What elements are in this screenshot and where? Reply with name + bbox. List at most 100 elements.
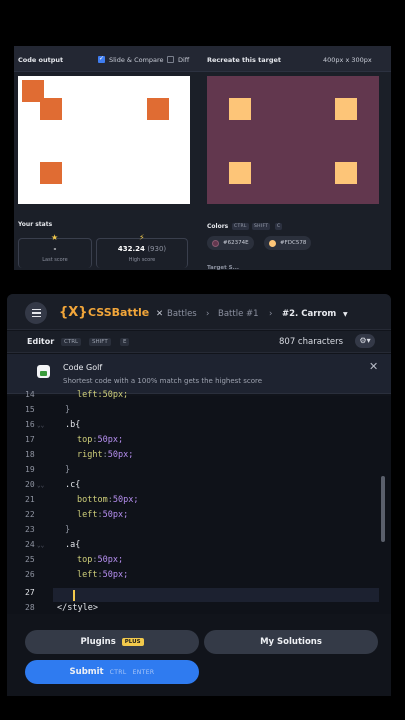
preview-toolbar: Code output Slide & Compare Diff Recreat… [14,46,391,72]
target-size: 400px x 300px [323,56,372,64]
code-line: </style> [57,603,98,613]
menu-button[interactable] [25,302,47,324]
line-number: 18 [25,450,35,459]
fold-chevron-icon[interactable]: ⌄⌄ [37,422,44,429]
color-swatch-2[interactable]: #FDC578 [264,236,312,250]
menu-icon-bar [31,308,41,311]
code-line: } [65,405,71,415]
my-solutions-label: My Solutions [260,637,322,647]
output-square-c [40,162,62,184]
code-line: left:50px; [77,570,129,580]
lightning-icon: ⚡ [139,233,145,242]
last-score-card: ★ - Last score [18,233,92,268]
slide-compare-label[interactable]: Slide & Compare [109,56,164,64]
crumb-current-target[interactable]: #2. Carrom [282,309,336,319]
settings-gear-icon[interactable]: ⚙▾ [355,334,375,348]
color-hex-1: #62374E [223,240,249,246]
fold-chevron-icon[interactable]: ⌄⌄ [37,482,44,489]
code-golf-notice: Code Golf Shortest code with a 100% matc… [7,354,391,394]
menu-icon-bar [31,312,41,314]
last-score-label: Last score [42,257,68,263]
plugins-label: Plugins [80,637,116,647]
code-line: right:50px; [77,450,134,460]
target-square-tl [229,98,251,120]
crumb-separator: › [206,309,210,319]
output-square-a [40,98,62,120]
crumb-separator: › [269,309,273,319]
submit-kbd-ctrl: CTRL [109,668,127,676]
color-hex-2: #FDC578 [280,240,307,246]
editor-scrollbar[interactable] [381,476,385,542]
line-number: 25 [25,555,35,564]
target-square-br [335,162,357,184]
submit-kbd-enter: ENTER [132,668,155,676]
logo-text[interactable]: CSSBattle [88,306,149,319]
code-line: left:50px; [77,510,129,520]
line-number: 21 [25,495,35,504]
battles-icon: ✕ [156,309,164,319]
code-line: top:50px; [77,555,124,565]
high-score-label: High score [128,257,156,263]
logo-icon[interactable]: {X} [59,305,88,320]
slide-compare-checkbox[interactable] [98,55,105,63]
code-line: left:50px; [77,390,129,400]
line-number: 28 [25,603,35,612]
editor-kbd-shift: SHIFT [89,338,111,346]
diff-label[interactable]: Diff [178,56,189,64]
code-line: .c{ [65,480,81,490]
line-number: 19 [25,465,35,474]
diff-checkbox[interactable] [167,56,174,63]
high-score-card: ⚡ 432.24 (930) High score [96,233,188,268]
last-score-value: - [53,245,57,253]
golf-icon [37,365,50,378]
crumb-battles[interactable]: Battles [167,309,197,319]
plugins-button[interactable]: Plugins PLUS [25,630,199,654]
stats-title: Your stats [18,221,53,228]
menu-icon-bar [31,315,41,318]
my-solutions-button[interactable]: My Solutions [204,630,378,654]
code-line: top:50px; [77,435,124,445]
color-dot-2 [269,239,276,247]
code-editor[interactable]: 14 left:50px; 15 } 16 ⌄⌄ .b{ 17 top:50px… [7,390,391,614]
close-icon[interactable]: ✕ [369,360,378,373]
crumb-battle[interactable]: Battle #1 [218,309,259,319]
colors-kbd-ctrl: CTRL [232,223,249,230]
target-square-tr [335,98,357,120]
target-section-label: Target S... [207,265,239,270]
plus-badge: PLUS [121,638,144,646]
line-number: 22 [25,510,35,519]
output-square-b [147,98,169,120]
character-count: 807 characters [279,337,344,347]
chevron-down-icon[interactable]: ▼ [343,311,348,318]
text-caret [73,590,75,601]
submit-button[interactable]: Submit CTRL ENTER [25,660,199,684]
notice-subtitle: Shortest code with a 100% match gets the… [63,377,263,385]
line-number: 27 [25,588,35,597]
code-line: .b{ [65,420,81,430]
code-line: } [65,525,71,535]
editor-bar: Editor CTRL SHIFT E 807 characters ⚙▾ [7,331,391,353]
submit-label: Submit [69,667,104,677]
line-number: 23 [25,525,35,534]
color-dot-1 [212,239,219,247]
high-score-value: 432.24 (930) [117,245,167,253]
line-number: 17 [25,435,35,444]
color-swatch-1[interactable]: #62374E [207,236,254,250]
app-header: {X} CSSBattle ✕ Battles › Battle #1 › #2… [7,294,391,330]
line-number: 26 [25,570,35,579]
editor-kbd-e: E [120,338,130,346]
preview-panel: Code output Slide & Compare Diff Recreat… [14,46,391,270]
star-icon: ★ [51,233,59,242]
colors-kbd-shift: SHIFT [252,223,271,230]
code-output-canvas[interactable] [18,76,190,204]
code-line: .a{ [65,540,81,550]
fold-chevron-icon[interactable]: ⌄⌄ [37,542,44,549]
editor-label: Editor [27,337,55,346]
code-output-title: Code output [18,56,64,64]
code-line: } [65,465,71,475]
target-title: Recreate this target [207,56,282,64]
editor-kbd-ctrl: CTRL [61,338,82,346]
current-line-highlight [53,588,379,602]
editor-panel: {X} CSSBattle ✕ Battles › Battle #1 › #2… [7,294,391,696]
target-canvas [207,76,379,204]
